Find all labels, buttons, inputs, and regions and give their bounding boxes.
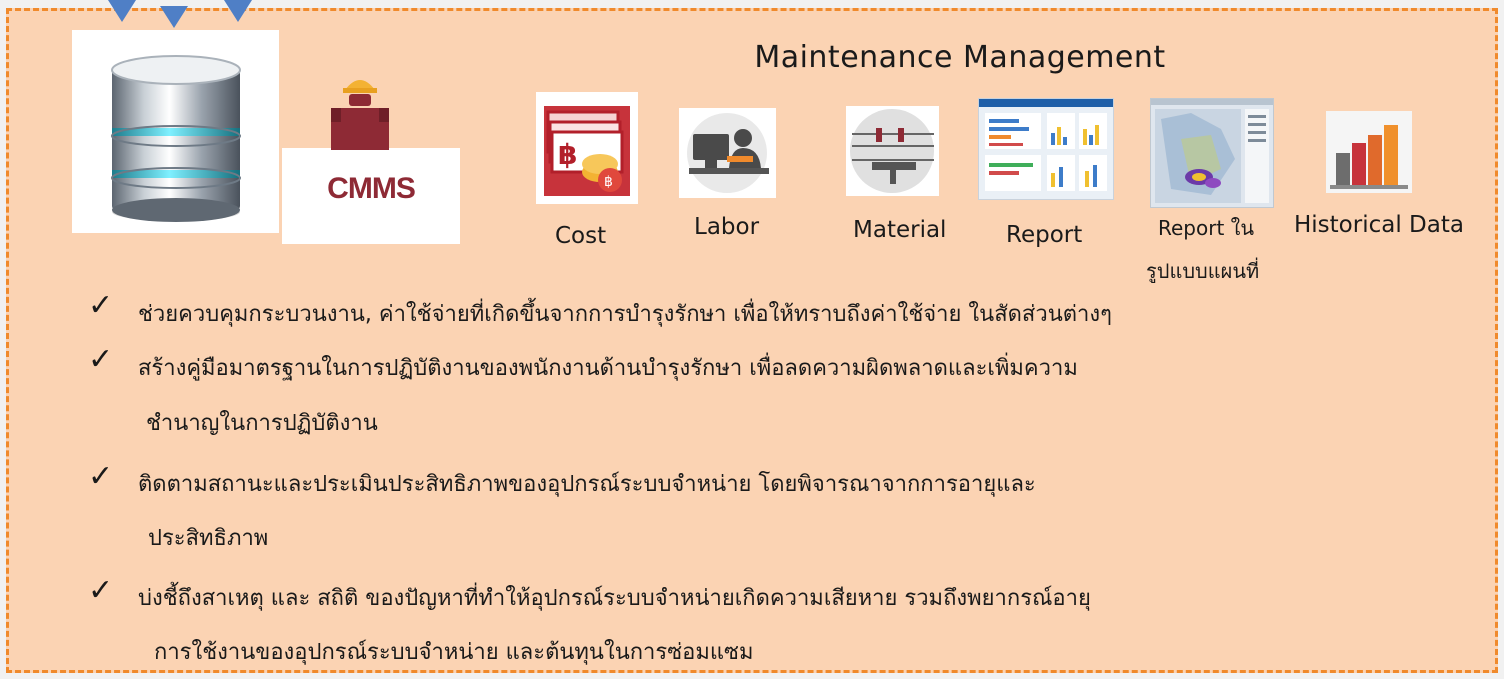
bar-chart-icon (1326, 111, 1412, 193)
module-label-report: Report (1006, 222, 1083, 248)
report-dashboard-icon (979, 99, 1113, 191)
bullet-text: บ่งชี้ถึงสาเหตุ และ สถิติ ของปัญหาที่ทำใ… (138, 586, 1091, 611)
down-arrow-icon (108, 0, 136, 22)
check-icon: ✓ (88, 573, 114, 608)
module-label-historical-data: Historical Data (1294, 212, 1464, 238)
worker-reading-icon (331, 80, 389, 150)
bullet-text: ติดตามสถานะและประเมินประสิทธิภาพของอุปกร… (138, 472, 1036, 497)
module-label-material: Material (853, 217, 947, 243)
check-icon: ✓ (88, 288, 114, 323)
module-label-cost: Cost (555, 223, 607, 249)
down-arrow-icon (224, 0, 252, 22)
module-label-map-report-line2: รูปแบบแผนที่ (1146, 259, 1260, 283)
cost-image: ฿ ฿ (536, 92, 638, 204)
bullet-text: สร้างคู่มือมาตรฐานในการปฏิบัติงานของพนัก… (138, 356, 1078, 381)
database-image (72, 30, 279, 233)
svg-text:฿: ฿ (604, 174, 613, 190)
map-report-image (1150, 98, 1274, 208)
down-arrow-icon (160, 6, 188, 28)
svg-text:฿: ฿ (558, 138, 577, 171)
database-icon (111, 55, 241, 222)
bullet-text-continued: ชำนาญในการปฏิบัติงาน (146, 411, 378, 436)
module-label-labor: Labor (694, 214, 760, 240)
bullet-text: ช่วยควบคุมกระบวนงาน, ค่าใช้จ่ายที่เกิดขึ… (138, 302, 1112, 327)
power-line-icon (850, 109, 934, 193)
bullet-text-continued: ประสิทธิภาพ (148, 526, 269, 551)
check-icon: ✓ (88, 459, 114, 494)
report-image (978, 98, 1114, 200)
labor-image (679, 108, 776, 198)
cmms-logo-text: CMMS (327, 172, 416, 205)
historical-data-image (1326, 111, 1412, 193)
module-label-map-report: Report ใน (1158, 216, 1255, 240)
check-icon: ✓ (88, 342, 114, 377)
computer-worker-icon (687, 113, 769, 193)
baht-coins-icon: ฿ ฿ (544, 106, 630, 196)
material-image (846, 106, 939, 196)
page-title: Maintenance Management (754, 40, 1166, 75)
bullet-text-continued: การใช้งานของอุปกรณ์ระบบจำหน่าย และต้นทุน… (154, 640, 754, 665)
cmms-logo: CMMS (282, 148, 460, 244)
heat-map-icon (1151, 99, 1273, 203)
